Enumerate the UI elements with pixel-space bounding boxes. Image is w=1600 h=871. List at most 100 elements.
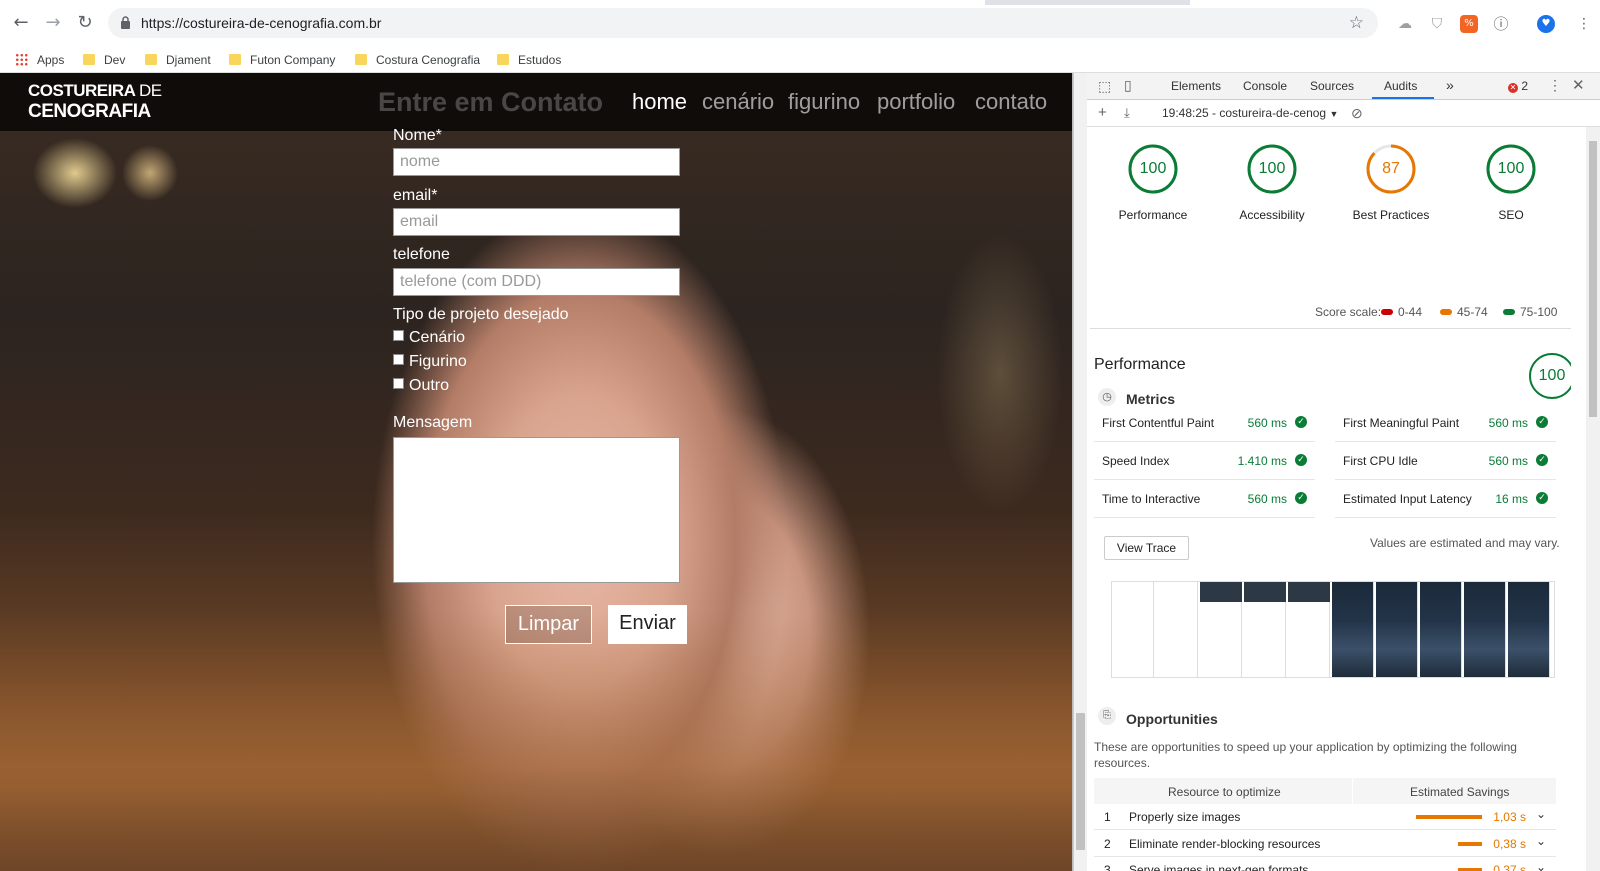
metric-row: First Contentful Paint 560 ms ✓ — [1094, 404, 1315, 442]
page-scrollbar[interactable] — [1074, 73, 1087, 871]
apps-grid-icon — [15, 53, 28, 66]
clear-icon[interactable]: ⊘ — [1351, 105, 1363, 122]
check-icon: ✓ — [1295, 454, 1307, 466]
name-label: Nome* — [393, 127, 442, 144]
extension-icon[interactable]: % — [1460, 15, 1478, 33]
score-value: 87 — [1382, 160, 1400, 177]
checkbox[interactable] — [393, 330, 404, 341]
chevron-down-icon[interactable]: ⌄ — [1536, 834, 1546, 848]
bookmark-futon-company[interactable]: Futon Company — [229, 51, 335, 69]
checkbox[interactable] — [393, 378, 404, 389]
phone-field[interactable]: telefone (com DDD) — [393, 268, 680, 296]
clear-button[interactable]: Limpar — [505, 605, 592, 644]
chevron-down-icon[interactable]: ⌄ — [1536, 860, 1546, 871]
checkbox[interactable] — [393, 354, 404, 365]
send-button[interactable]: Enviar — [608, 605, 687, 644]
score-label: Performance — [1118, 208, 1188, 222]
devtools-scrollbar[interactable] — [1586, 127, 1600, 871]
reload-icon[interactable]: ↻ — [75, 13, 95, 33]
message-textarea[interactable] — [393, 437, 680, 583]
option-outro[interactable]: Outro — [393, 377, 449, 397]
back-icon[interactable]: ← — [11, 13, 31, 33]
nav-figurino[interactable]: figurino — [788, 89, 860, 115]
devtools-menu-icon[interactable]: ⋮ — [1548, 77, 1562, 94]
audits-report: 100 Performance 100 Accessibility 87 Best Pra… — [1090, 127, 1571, 871]
bookmark-djament[interactable]: Djament — [145, 51, 211, 69]
estimate-note: Values are estimated and may vary. — [1370, 536, 1560, 550]
metric-value: 16 ms — [1495, 492, 1528, 506]
report-selector[interactable]: 19:48:25 - costureira-de-cenog ▼ — [1162, 106, 1338, 120]
filmstrip-frame — [1244, 582, 1286, 677]
col-resource: Resource to optimize — [1168, 785, 1281, 799]
scrollbar-thumb[interactable] — [1589, 141, 1597, 417]
score-gauge[interactable]: 100 — [1485, 143, 1537, 195]
inspect-icon[interactable]: ⬚ — [1098, 78, 1111, 95]
page-title: Entre em Contato — [378, 87, 604, 117]
cloud-icon[interactable]: ☁ — [1396, 15, 1414, 33]
more-tabs-icon[interactable]: » — [1446, 77, 1454, 93]
more-icon[interactable]: ⋮ — [1575, 15, 1593, 33]
tab-elements[interactable]: Elements — [1171, 79, 1221, 93]
metric-value: 560 ms — [1247, 416, 1287, 430]
email-label: email* — [393, 187, 438, 204]
close-icon[interactable]: ✕ — [1572, 76, 1585, 94]
score-gauge[interactable]: 100 — [1127, 143, 1179, 195]
scrollbar-thumb[interactable] — [1076, 713, 1085, 850]
device-toggle-icon[interactable]: ▯ — [1124, 77, 1132, 94]
folder-icon — [145, 54, 157, 65]
forward-icon[interactable]: → — [43, 13, 63, 33]
score-label: Accessibility — [1239, 208, 1305, 222]
metric-row: First CPU Idle 560 ms ✓ — [1335, 442, 1556, 480]
chevron-down-icon[interactable]: ⌄ — [1536, 807, 1546, 821]
bookmark-star-icon[interactable]: ☆ — [1349, 13, 1364, 33]
nav-portfolio[interactable]: portfolio — [877, 89, 955, 115]
metric-name: First Meaningful Paint — [1343, 416, 1460, 430]
bookmark-costura-cenografia[interactable]: Costura Cenografia — [355, 51, 480, 69]
background-image — [0, 611, 1072, 871]
browser-toolbar: ← → ↻ https://costureira-de-cenografia.c… — [0, 5, 1600, 46]
opportunities-description: These are opportunities to speed up your… — [1094, 740, 1517, 770]
tab-audits[interactable]: Audits — [1384, 79, 1417, 93]
download-icon[interactable]: ⤓ — [1124, 105, 1130, 121]
tab-console[interactable]: Console — [1243, 79, 1287, 93]
score-gauge[interactable]: 87 — [1365, 143, 1417, 195]
opportunity-row[interactable]: 3 Serve images in next-gen formats 0,37 s ⌄ — [1094, 857, 1556, 871]
opportunities-list: 1 Properly size images 1,03 s ⌄ 2 Eliminate r… — [1094, 804, 1556, 871]
option-figurino[interactable]: Figurino — [393, 353, 467, 373]
bookmark-estudos[interactable]: Estudos — [497, 51, 561, 69]
info-icon[interactable]: ⓘ — [1492, 15, 1510, 33]
opportunity-row[interactable]: 2 Eliminate render-blocking resources 0,38… — [1094, 831, 1556, 857]
bookmark-apps[interactable]: Apps — [15, 51, 64, 69]
name-field[interactable]: nome — [393, 148, 680, 176]
bookmark-label: Djament — [166, 53, 211, 67]
bookmark-label: Apps — [37, 53, 65, 67]
error-counter[interactable]: ✕ 2 — [1508, 79, 1528, 93]
site-header: COSTUREIRA DE CENOGRAFIA Entre em Contat… — [0, 73, 1072, 131]
filmstrip — [1111, 581, 1555, 678]
nav-contato[interactable]: contato — [975, 89, 1047, 115]
filmstrip-frame — [1200, 582, 1242, 677]
tab-sources[interactable]: Sources — [1310, 79, 1354, 93]
address-bar[interactable]: https://costureira-de-cenografia.com.br … — [108, 8, 1378, 38]
nav-cenario[interactable]: cenário — [702, 89, 774, 115]
folder-icon — [497, 54, 509, 65]
bookmark-dev[interactable]: Dev — [83, 51, 125, 69]
metric-value: 1.410 ms — [1237, 454, 1287, 468]
bookmark-label: Estudos — [518, 53, 562, 67]
new-audit-icon[interactable]: + — [1098, 104, 1107, 121]
email-field[interactable]: email — [393, 208, 680, 236]
option-cenario[interactable]: Cenário — [393, 329, 465, 349]
filmstrip-frame — [1508, 582, 1550, 677]
view-trace-button[interactable]: View Trace — [1104, 536, 1189, 560]
score-gauge[interactable]: 100 — [1246, 143, 1298, 195]
opportunity-row[interactable]: 1 Properly size images 1,03 s ⌄ — [1094, 804, 1556, 830]
shield-icon[interactable]: ⛉ — [1428, 15, 1446, 33]
phone-label: telefone — [393, 246, 450, 263]
heart-icon[interactable]: ♥ — [1537, 15, 1555, 33]
bookmark-label: Costura Cenografia — [376, 53, 481, 67]
nav-home[interactable]: home — [632, 89, 687, 115]
filmstrip-frame — [1156, 582, 1198, 677]
logo[interactable]: COSTUREIRA DE — [28, 82, 162, 100]
url-text: https://costureira-de-cenografia.com.br — [141, 15, 382, 31]
metric-value: 560 ms — [1488, 454, 1528, 468]
